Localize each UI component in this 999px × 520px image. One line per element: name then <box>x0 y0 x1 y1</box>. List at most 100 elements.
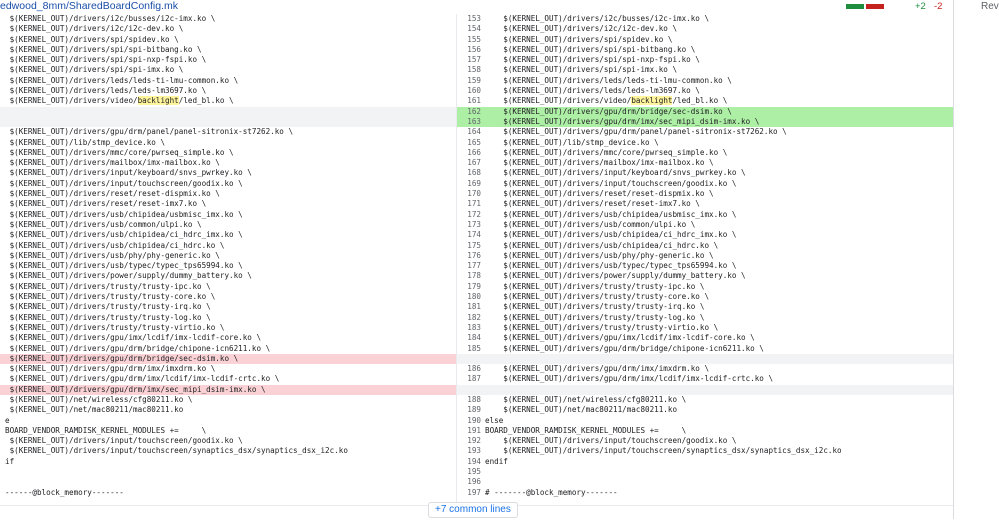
code-text: $(KERNEL_OUT)/drivers/usb/common/ulpi.ko… <box>485 219 696 229</box>
code-text: $(KERNEL_OUT)/net/mac80211/mac80211.ko <box>485 405 678 415</box>
line-number[interactable]: 169 <box>457 179 481 189</box>
line-number[interactable]: 173 <box>457 220 481 230</box>
code-text: $(KERNEL_OUT)/drivers/trusty/trusty-ipc.… <box>5 281 211 291</box>
code-text: endif <box>485 456 508 466</box>
line-number[interactable]: 183 <box>457 323 481 333</box>
line-number[interactable]: 193 <box>457 446 481 456</box>
line-number[interactable]: 153 <box>457 14 481 24</box>
left-diff-line: $(KERNEL_OUT)/lib/stmp_device.ko \ <box>0 138 456 148</box>
code-text: $(KERNEL_OUT)/drivers/gpu/drm/panel/pane… <box>5 127 294 137</box>
left-diff-line: $(KERNEL_OUT)/drivers/gpu/drm/bridge/sec… <box>0 353 456 365</box>
left-diff-line: $(KERNEL_OUT)/drivers/reset/reset-imx7.k… <box>0 199 456 209</box>
line-number[interactable]: 177 <box>457 261 481 271</box>
code-text: $(KERNEL_OUT)/drivers/input/touchscreen/… <box>5 178 243 188</box>
right-diff-line: 166 $(KERNEL_OUT)/drivers/mmc/core/pwrse… <box>457 148 953 158</box>
right-diff-pane: 153 $(KERNEL_OUT)/drivers/i2c/busses/i2c… <box>457 14 953 498</box>
line-number[interactable]: 163 <box>457 117 481 127</box>
code-text: $(KERNEL_OUT)/lib/stmp_device.ko \ <box>5 137 166 147</box>
line-number[interactable]: 176 <box>457 251 481 261</box>
code-text: $(KERNEL_OUT)/drivers/input/touchscreen/… <box>5 436 243 446</box>
right-diff-line: 176 $(KERNEL_OUT)/drivers/usb/phy/phy-ge… <box>457 251 953 261</box>
code-text: $(KERNEL_OUT)/drivers/gpu/drm/bridge/chi… <box>5 343 271 353</box>
right-diff-line: 165 $(KERNEL_OUT)/lib/stmp_device.ko \ <box>457 138 953 148</box>
line-number[interactable]: 191 <box>457 426 481 436</box>
right-diff-line <box>457 353 953 365</box>
right-diff-line: 163 $(KERNEL_OUT)/drivers/gpu/drm/imx/se… <box>457 116 953 128</box>
left-diff-line: $(KERNEL_OUT)/drivers/leds/leds-ti-lmu-c… <box>0 76 456 86</box>
line-number[interactable]: 157 <box>457 55 481 65</box>
line-number[interactable]: 172 <box>457 210 481 220</box>
code-text: BOARD_VENDOR_RAMDISK_KERNEL_MODULES += \ <box>5 425 207 435</box>
code-segment: $(KERNEL_OUT)/drivers/video/ <box>5 96 138 106</box>
side-panel-divider <box>953 0 954 519</box>
code-text: $(KERNEL_OUT)/drivers/gpu/drm/bridge/chi… <box>485 343 764 353</box>
line-number[interactable]: 179 <box>457 282 481 292</box>
line-number[interactable]: 160 <box>457 86 481 96</box>
code-text: $(KERNEL_OUT)/drivers/trusty/trusty-core… <box>485 292 710 302</box>
line-number[interactable]: 182 <box>457 313 481 323</box>
code-text: $(KERNEL_OUT)/drivers/spi/spi-nxp-fspi.k… <box>485 55 700 65</box>
line-number[interactable]: 175 <box>457 241 481 251</box>
line-number[interactable]: 155 <box>457 35 481 45</box>
line-number[interactable]: 188 <box>457 395 481 405</box>
line-number[interactable]: 154 <box>457 24 481 34</box>
line-number[interactable]: 196 <box>457 477 481 487</box>
code-text: $(KERNEL_OUT)/drivers/gpu/drm/bridge/sec… <box>485 106 732 116</box>
line-number[interactable]: 164 <box>457 127 481 137</box>
left-diff-line: $(KERNEL_OUT)/drivers/i2c/i2c-dev.ko \ <box>0 24 456 34</box>
code-text: $(KERNEL_OUT)/drivers/usb/phy/phy-generi… <box>485 250 714 260</box>
line-number[interactable]: 186 <box>457 364 481 374</box>
line-number[interactable]: 195 <box>457 467 481 477</box>
line-number[interactable]: 197 <box>457 488 481 498</box>
search-highlight: backlight <box>137 96 179 106</box>
line-number[interactable]: 158 <box>457 65 481 75</box>
line-number[interactable]: 194 <box>457 457 481 467</box>
line-number[interactable]: 181 <box>457 302 481 312</box>
line-number[interactable]: 165 <box>457 138 481 148</box>
line-number[interactable]: 161 <box>457 96 481 106</box>
line-number[interactable]: 156 <box>457 45 481 55</box>
code-text: else <box>485 415 504 425</box>
left-diff-line: $(KERNEL_OUT)/drivers/spi/spidev.ko \ <box>0 35 456 45</box>
line-number[interactable]: 162 <box>457 107 481 117</box>
line-number[interactable]: 168 <box>457 168 481 178</box>
line-number[interactable]: 170 <box>457 189 481 199</box>
line-number[interactable]: 185 <box>457 344 481 354</box>
line-number[interactable]: 192 <box>457 436 481 446</box>
expand-common-lines-button[interactable]: +7 common lines <box>428 502 518 518</box>
line-number[interactable]: 174 <box>457 230 481 240</box>
code-text: $(KERNEL_OUT)/drivers/reset/reset-imx7.k… <box>5 199 207 209</box>
left-diff-line: $(KERNEL_OUT)/drivers/usb/typec/typec_tp… <box>0 261 456 271</box>
line-number[interactable]: 189 <box>457 405 481 415</box>
right-diff-line: 189 $(KERNEL_OUT)/net/mac80211/mac80211.… <box>457 405 953 415</box>
left-diff-line: $(KERNEL_OUT)/drivers/input/keyboard/snv… <box>0 168 456 178</box>
code-text: BOARD_VENDOR_RAMDISK_KERNEL_MODULES += \ <box>485 425 687 435</box>
code-text: $(KERNEL_OUT)/drivers/leds/leds-ti-lmu-c… <box>485 75 732 85</box>
file-path-link[interactable]: edwood_8mm/SharedBoardConfig.mk <box>0 0 178 13</box>
line-number[interactable]: 166 <box>457 148 481 158</box>
right-diff-line: 195 <box>457 467 953 477</box>
code-text: $(KERNEL_OUT)/lib/stmp_device.ko \ <box>485 137 659 147</box>
line-number[interactable]: 180 <box>457 292 481 302</box>
left-diff-line: $(KERNEL_OUT)/drivers/input/touchscreen/… <box>0 446 456 456</box>
line-number[interactable]: 184 <box>457 333 481 343</box>
code-text: $(KERNEL_OUT)/drivers/usb/chipidea/ci_hd… <box>5 240 225 250</box>
left-diff-line: $(KERNEL_OUT)/drivers/spi/spi-imx.ko \ <box>0 65 456 75</box>
line-number[interactable]: 178 <box>457 271 481 281</box>
line-number[interactable]: 171 <box>457 199 481 209</box>
code-segment: $(KERNEL_OUT)/drivers/video/ <box>485 96 632 106</box>
review-button[interactable]: Revie <box>981 1 999 12</box>
code-text: $(KERNEL_OUT)/drivers/usb/common/ulpi.ko… <box>5 219 202 229</box>
code-text: $(KERNEL_OUT)/drivers/spi/spi-imx.ko \ <box>485 65 678 75</box>
line-number[interactable]: 190 <box>457 416 481 426</box>
line-number[interactable]: 167 <box>457 158 481 168</box>
removed-count: -2 <box>934 1 943 12</box>
line-number[interactable]: 187 <box>457 374 481 384</box>
line-number[interactable]: 159 <box>457 76 481 86</box>
code-text: $(KERNEL_OUT)/drivers/gpu/drm/imx/lcdif/… <box>5 374 280 384</box>
code-text: $(KERNEL_OUT)/drivers/usb/chipidea/ci_hd… <box>5 230 243 240</box>
code-text: $(KERNEL_OUT)/drivers/reset/reset-dispmi… <box>485 189 714 199</box>
left-diff-line: $(KERNEL_OUT)/drivers/trusty/trusty-virt… <box>0 323 456 333</box>
right-diff-line: 157 $(KERNEL_OUT)/drivers/spi/spi-nxp-fs… <box>457 55 953 65</box>
code-text: $(KERNEL_OUT)/drivers/gpu/drm/panel/pane… <box>485 127 787 137</box>
